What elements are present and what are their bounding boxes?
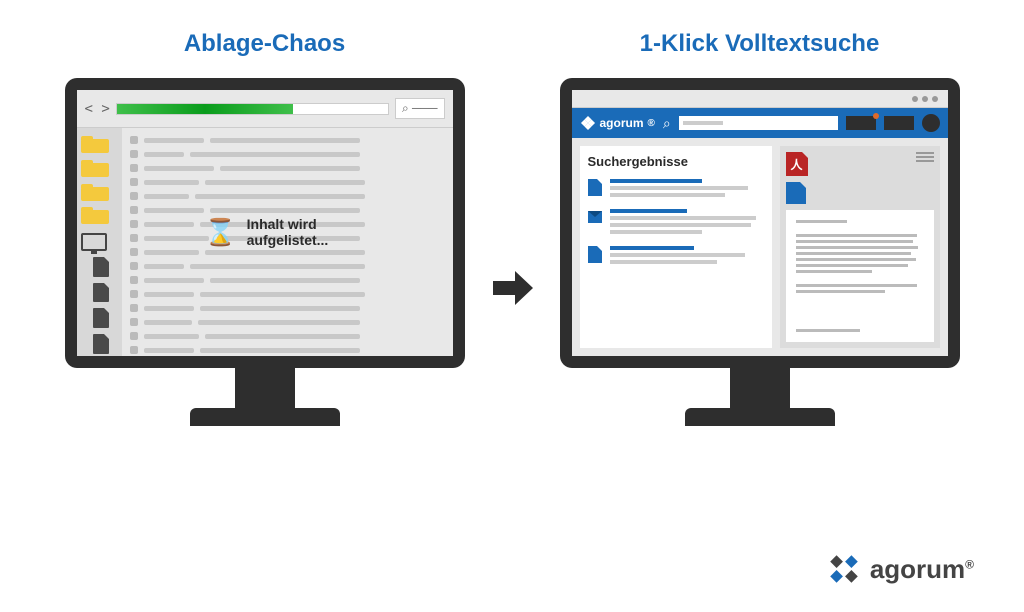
- footer-brand-text: agorum®: [870, 554, 974, 585]
- search-icon: ⌕: [663, 115, 671, 132]
- right-title: 1-Klick Volltextsuche: [640, 30, 880, 58]
- pdf-icon[interactable]: 人: [786, 152, 808, 176]
- hourglass-icon: ⌛: [204, 217, 236, 248]
- footer-brand: agorum®: [826, 551, 974, 587]
- folder-icon: [81, 158, 109, 176]
- toolbar-button[interactable]: [884, 116, 914, 130]
- document-preview: [786, 210, 934, 342]
- brand-logo: agorum®: [580, 115, 655, 131]
- avatar[interactable]: [922, 114, 940, 132]
- left-monitor: < > ⌕ ───: [65, 78, 465, 426]
- document-icon: [93, 283, 109, 303]
- app-toolbar: agorum® ⌕: [572, 108, 948, 138]
- preview-panel: 人: [780, 146, 940, 348]
- left-panel: Ablage-Chaos < > ⌕ ───: [60, 30, 469, 426]
- menu-icon[interactable]: [916, 152, 934, 162]
- loading-overlay: ⌛ Inhalt wird aufgelistet...: [204, 216, 370, 248]
- search-box: ⌕ ───: [395, 98, 445, 119]
- folder-icon: [81, 182, 109, 200]
- document-icon: [93, 257, 109, 277]
- computer-icon: [81, 233, 107, 251]
- mail-icon: [588, 211, 602, 223]
- toolbar-button[interactable]: [846, 116, 876, 130]
- document-icon: [588, 179, 602, 196]
- folder-icon: [81, 134, 109, 152]
- loading-text: Inhalt wird aufgelistet...: [247, 216, 370, 248]
- search-input[interactable]: [679, 116, 838, 130]
- folder-sidebar: [77, 128, 122, 356]
- result-item[interactable]: [588, 179, 764, 197]
- nav-arrows-icon: < >: [85, 101, 110, 117]
- results-title: Suchergebnisse: [588, 154, 764, 169]
- agorum-screen: agorum® ⌕ Suchergebnisse: [572, 90, 948, 356]
- document-icon: [93, 334, 109, 354]
- results-panel: Suchergebnisse: [580, 146, 772, 348]
- progress-bar: [116, 103, 389, 115]
- document-icon: [93, 308, 109, 328]
- chaos-screen: < > ⌕ ───: [77, 90, 453, 356]
- left-title: Ablage-Chaos: [184, 30, 345, 58]
- brand-text: agorum: [600, 116, 644, 130]
- document-icon[interactable]: [786, 182, 806, 204]
- file-list: ⌛ Inhalt wird aufgelistet...: [122, 128, 453, 356]
- window-controls: [572, 90, 948, 108]
- result-item[interactable]: [588, 209, 764, 234]
- arrow-icon: [489, 265, 535, 311]
- folder-icon: [81, 205, 109, 223]
- right-monitor: agorum® ⌕ Suchergebnisse: [560, 78, 960, 426]
- right-panel: 1-Klick Volltextsuche agorum® ⌕: [555, 30, 964, 426]
- document-icon: [588, 246, 602, 263]
- result-item[interactable]: [588, 246, 764, 264]
